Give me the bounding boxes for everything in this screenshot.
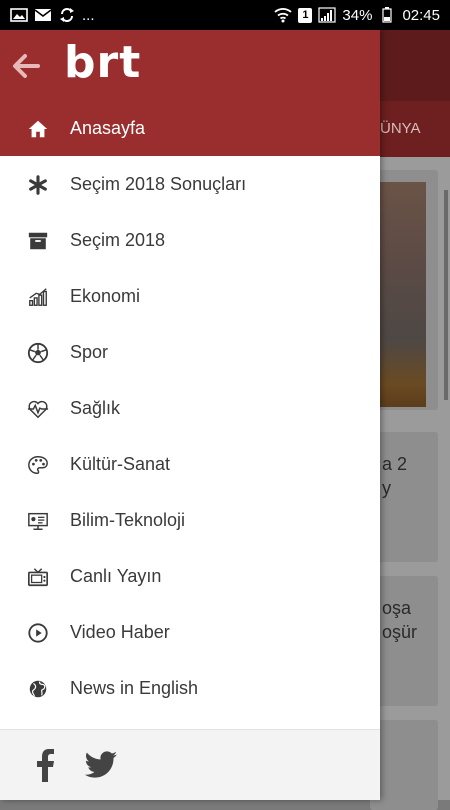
menu-item-label: Canlı Yayın: [70, 566, 162, 586]
menu-item-anasayfa[interactable]: Anasayfa: [0, 100, 380, 156]
menu-item-label: Seçim 2018 Sonuçları: [70, 174, 247, 194]
menu-item-ekonomi[interactable]: Ekonomi: [0, 268, 380, 324]
bg-tab-label: ÜNYA: [380, 120, 421, 137]
menu-item-label: Kültür-Sanat: [70, 454, 171, 474]
menu-item-label: Video Haber: [70, 622, 170, 642]
palette-icon: [26, 453, 50, 477]
drawer-header: brt: [0, 30, 380, 100]
soccer-ball-icon: [26, 341, 50, 365]
home-icon: [26, 117, 50, 141]
menu-item-news-in-english[interactable]: News in English: [0, 660, 380, 716]
drawer-menu: Anasayfa Seçim 2018 Sonuçları Seçim 2018…: [0, 100, 380, 716]
wifi-icon: [274, 7, 293, 23]
battery-percent: 34%: [342, 6, 373, 24]
arrow-left-icon: [13, 54, 40, 78]
menu-item-kultur-sanat[interactable]: Kültür-Sanat: [0, 436, 380, 492]
play-circle-icon: [26, 621, 50, 645]
bg-news-photo: [378, 182, 426, 407]
back-button[interactable]: [10, 50, 42, 82]
menu-item-canli-yayin[interactable]: Canlı Yayın: [0, 548, 380, 604]
menu-item-label: Anasayfa: [70, 118, 146, 138]
menu-item-label: Ekonomi: [70, 286, 141, 306]
bg-card-text: a 2 y: [382, 454, 408, 498]
brt-logo: brt: [64, 37, 142, 88]
clock: 02:45: [402, 6, 440, 24]
menu-item-saglik[interactable]: Sağlık: [0, 380, 380, 436]
bg-news-card: [370, 720, 438, 810]
bg-card-text: oşa oşür: [382, 598, 418, 642]
menu-item-secim-2018[interactable]: Seçim 2018: [0, 212, 380, 268]
image-icon: [10, 7, 28, 23]
menu-item-label: Sağlık: [70, 398, 121, 418]
navigation-drawer: brt Anasayfa Seçim 2018 Sonuçları Seçim …: [0, 30, 380, 800]
presentation-icon: [26, 509, 50, 533]
heartbeat-icon: [26, 397, 50, 421]
bg-scrollbar: [444, 190, 448, 400]
chart-bars-icon: [26, 285, 50, 309]
sync-icon: [58, 7, 76, 23]
battery-icon: [378, 7, 396, 23]
status-overflow-dots: ...: [82, 6, 95, 24]
archive-box-icon: [26, 229, 50, 253]
menu-item-label: Seçim 2018: [70, 230, 166, 250]
globe-icon: [26, 677, 50, 701]
drawer-footer: [0, 729, 380, 800]
twitter-icon: [84, 751, 117, 778]
facebook-button[interactable]: [28, 748, 62, 782]
menu-item-bilim-teknoloji[interactable]: Bilim-Teknoloji: [0, 492, 380, 548]
menu-item-label: Bilim-Teknoloji: [70, 510, 186, 530]
status-bar: ... 1 34% 02:45: [0, 0, 450, 30]
twitter-button[interactable]: [84, 748, 118, 782]
menu-item-label: News in English: [70, 678, 199, 698]
menu-item-video-haber[interactable]: Video Haber: [0, 604, 380, 660]
asterisk-icon: [26, 173, 50, 197]
notification-badge: 1: [298, 7, 313, 23]
mail-icon: [34, 7, 52, 23]
menu-item-secim-2018-sonuclari[interactable]: Seçim 2018 Sonuçları: [0, 156, 380, 212]
menu-item-spor[interactable]: Spor: [0, 324, 380, 380]
facebook-icon: [37, 749, 54, 782]
tv-icon: [26, 565, 50, 589]
menu-item-label: Spor: [70, 342, 109, 362]
signal-icon: [318, 7, 337, 23]
